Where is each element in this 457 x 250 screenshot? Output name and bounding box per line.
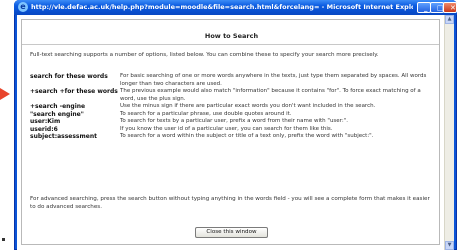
advanced-search-note: For advanced searching, press the search… — [30, 196, 430, 210]
window-content: How to Search Full-text searching suppor… — [17, 15, 454, 250]
option-term: userid:6 — [30, 125, 58, 133]
option-term: user:Kim — [30, 118, 61, 125]
option-description: To search for a particular phrase, use d… — [120, 110, 292, 117]
list-item: +search +for these words The previous ex… — [30, 88, 435, 103]
close-window-button[interactable]: ✕ — [443, 2, 457, 13]
help-popup-window: e http://vle.defac.ac.uk/help.php?module… — [14, 0, 457, 250]
background-page — [0, 0, 14, 250]
option-term: subject:assessment — [30, 133, 97, 140]
option-term: +search +for these words — [30, 88, 118, 95]
list-item: +search -engine Use the minus sign if th… — [30, 103, 435, 111]
heading-divider — [22, 44, 439, 45]
option-description: To search for texts by a particular user… — [120, 118, 348, 124]
window-titlebar[interactable]: e http://vle.defac.ac.uk/help.php?module… — [14, 0, 457, 15]
close-this-window-button[interactable]: Close this window — [195, 227, 268, 238]
search-options-list: search for these words For basic searchi… — [30, 73, 435, 141]
option-description: To search for a word within the subject … — [120, 133, 374, 139]
list-item: user:Kim To search for texts by a partic… — [30, 118, 435, 126]
list-item: userid:6 If you know the user id of a pa… — [30, 126, 435, 134]
list-item: search for these words For basic searchi… — [30, 73, 435, 88]
option-description: The previous example would also match "i… — [120, 88, 421, 102]
ie-icon: e — [18, 2, 28, 12]
intro-text: Full-text searching supports a number of… — [30, 52, 379, 58]
option-description: For basic searching of one or more words… — [120, 73, 427, 87]
background-dot — [2, 238, 5, 241]
option-description: Use the minus sign if there are particul… — [120, 103, 376, 109]
list-item: "search engine" To search for a particul… — [30, 111, 435, 119]
option-description: If you know the user id of a particular … — [120, 125, 333, 132]
help-box: How to Search Full-text searching suppor… — [21, 19, 440, 245]
minimize-button[interactable]: _ — [417, 2, 431, 13]
page-title: How to Search — [204, 32, 259, 40]
scroll-down-icon[interactable]: ▼ — [445, 241, 454, 250]
maximize-button[interactable]: □ — [430, 2, 444, 13]
option-term: +search -engine — [30, 103, 86, 110]
option-term: "search engine" — [30, 110, 84, 118]
vertical-scrollbar[interactable]: ▲ ▼ — [444, 15, 454, 250]
arrow-pointer-icon — [0, 88, 10, 100]
scroll-up-icon[interactable]: ▲ — [445, 15, 454, 24]
option-term: search for these words — [30, 73, 108, 80]
window-title: http://vle.defac.ac.uk/help.php?module=m… — [31, 3, 413, 11]
list-item: subject:assessment To search for a word … — [30, 133, 435, 141]
